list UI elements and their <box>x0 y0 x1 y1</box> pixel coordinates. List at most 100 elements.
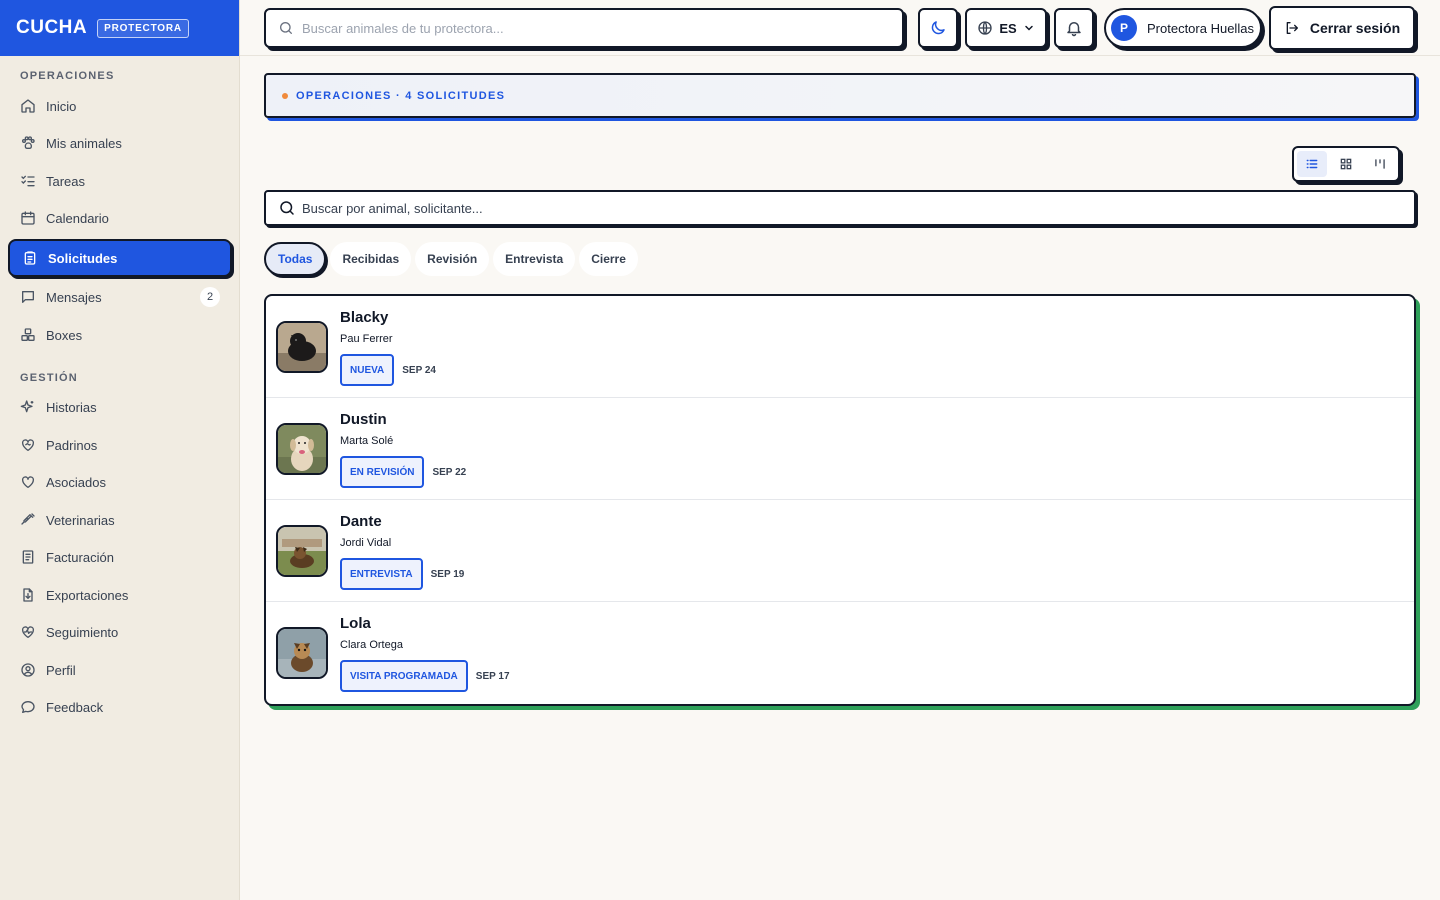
applicant-name: Clara Ortega <box>340 639 403 651</box>
status-badge: VISITA PROGRAMADA <box>340 660 468 692</box>
status-badge: ENTREVISTA <box>340 558 423 590</box>
search-icon <box>280 201 294 215</box>
global-search[interactable] <box>264 8 904 48</box>
sidebar-item-mis-animales[interactable]: Mis animales <box>8 125 232 161</box>
status-badge: EN REVISIÓN <box>340 456 425 488</box>
sidebar-item-feedback[interactable]: Feedback <box>8 689 232 725</box>
tab-revision[interactable]: Revisión <box>415 242 490 276</box>
user-circle-icon <box>21 663 35 677</box>
section-banner: OPERACIONES · 4 SOLICITUDES <box>264 73 1416 118</box>
sidebar-item-label: Asociados <box>46 474 106 490</box>
request-date: SEP 17 <box>475 670 510 682</box>
applicant-name: Pau Ferrer <box>340 333 393 345</box>
table-row[interactable]: Dustin Marta Solé EN REVISIÓN SEP 22 <box>266 398 1414 500</box>
sidebar-item-label: Boxes <box>46 327 83 343</box>
list-icon <box>1306 159 1318 169</box>
chevron-down-icon <box>1024 25 1033 31</box>
sidebar-item-seguimiento[interactable]: Seguimiento <box>8 614 232 650</box>
sidebar-item-perfil[interactable]: Perfil <box>8 652 232 688</box>
theme-toggle-button[interactable] <box>918 8 958 48</box>
table-row[interactable]: Blacky Pau Ferrer NUEVA SEP 24 <box>266 296 1414 398</box>
sidebar-item-label: Tareas <box>46 173 86 189</box>
sidebar-item-exportaciones[interactable]: Exportaciones <box>8 577 232 613</box>
language-selector[interactable]: ES <box>965 8 1047 48</box>
tab-todas[interactable]: Todas <box>264 242 327 276</box>
banner-title: OPERACIONES · 4 SOLICITUDES <box>296 89 506 102</box>
sidebar-item-calendario[interactable]: Calendario <box>8 200 232 236</box>
avatar: P <box>1111 15 1137 41</box>
sidebar-item-solicitudes[interactable]: Solicitudes <box>8 239 232 277</box>
sidebar-item-facturacion[interactable]: Facturación <box>8 539 232 575</box>
grid-view-button[interactable] <box>1331 151 1361 177</box>
request-search[interactable] <box>264 190 1416 226</box>
sidebar-item-label: Mensajes <box>46 289 102 305</box>
clipboard-icon <box>24 251 36 265</box>
notifications-button[interactable] <box>1054 8 1094 48</box>
paw-icon <box>22 136 35 150</box>
sidebar-item-label: Calendario <box>46 210 109 226</box>
applicant-name: Jordi Vidal <box>340 537 392 549</box>
status-badge: NUEVA <box>340 354 395 386</box>
sidebar-item-label: Perfil <box>46 662 76 678</box>
syringe-icon <box>21 513 35 525</box>
table-row[interactable]: Lola Clara Ortega VISITA PROGRAMADA SEP … <box>266 602 1414 704</box>
kanban-view-button[interactable] <box>1365 151 1395 177</box>
sidebar-item-label: Exportaciones <box>46 587 129 603</box>
unread-count-badge: 2 <box>200 287 220 307</box>
request-date: SEP 22 <box>432 466 467 478</box>
sidebar-item-boxes[interactable]: Boxes <box>8 317 232 353</box>
account-name: Protectora Huellas <box>1147 20 1254 36</box>
sidebar-item-inicio[interactable]: Inicio <box>8 88 232 124</box>
sidebar-item-label: Facturación <box>46 549 114 565</box>
heart-icon <box>22 476 34 488</box>
grid-icon <box>1340 158 1352 170</box>
brand-header[interactable]: CUCHA PROTECTORA <box>0 0 239 56</box>
file-download-icon <box>23 588 33 602</box>
sidebar-item-label: Padrinos <box>46 437 98 453</box>
brand-logo: CUCHA <box>16 17 88 38</box>
request-list: Blacky Pau Ferrer NUEVA SEP 24 Dustin Ma… <box>264 294 1416 706</box>
animal-name: Dante <box>340 513 382 530</box>
animal-name: Dustin <box>340 411 387 428</box>
top-bar: ES P Protectora Huellas Cerrar sesión <box>240 0 1440 56</box>
calendar-icon <box>21 211 35 225</box>
tab-entrevista[interactable]: Entrevista <box>493 242 576 276</box>
logout-icon <box>1286 22 1298 34</box>
animal-name: Blacky <box>340 309 389 326</box>
sidebar-item-asociados[interactable]: Asociados <box>8 464 232 500</box>
status-dot <box>282 92 288 99</box>
sidebar-item-label: Solicitudes <box>48 250 118 266</box>
list-view-button[interactable] <box>1297 151 1327 177</box>
global-search-input[interactable] <box>302 20 882 36</box>
account-menu[interactable]: P Protectora Huellas <box>1104 8 1262 48</box>
home-icon <box>21 99 35 113</box>
bell-icon <box>1067 22 1081 37</box>
sidebar-item-historias[interactable]: Historias <box>8 389 232 425</box>
tab-recibidas[interactable]: Recibidas <box>330 242 412 276</box>
request-date: SEP 19 <box>430 568 465 580</box>
sidebar-item-veterinarias[interactable]: Veterinarias <box>8 502 232 538</box>
view-mode-toggle <box>1292 146 1400 182</box>
moon-icon <box>931 21 945 35</box>
search-icon <box>280 22 292 34</box>
sidebar-item-tareas[interactable]: Tareas <box>8 163 232 199</box>
receipt-icon <box>22 550 34 564</box>
globe-icon <box>978 21 992 35</box>
sidebar-item-padrinos[interactable]: Padrinos <box>8 427 232 463</box>
sidebar-item-label: Inicio <box>46 98 77 114</box>
sidebar: CUCHA PROTECTORA OPERACIONES Inicio Mis … <box>0 0 240 900</box>
sidebar-item-label: Seguimiento <box>46 624 119 640</box>
request-search-input[interactable] <box>302 200 1382 216</box>
logout-button[interactable]: Cerrar sesión <box>1269 6 1415 50</box>
applicant-name: Marta Solé <box>340 435 394 447</box>
sidebar-item-mensajes[interactable]: Mensajes 2 <box>8 279 232 315</box>
tab-cierre[interactable]: Cierre <box>579 242 638 276</box>
status-filter-tabs: Todas Recibidas Revisión Entrevista Cier… <box>264 242 638 276</box>
brand-badge: PROTECTORA <box>97 18 189 38</box>
section-label-operaciones: OPERACIONES <box>20 70 115 82</box>
checklist-icon <box>21 175 35 187</box>
section-label-gestion: GESTIÓN <box>20 372 78 384</box>
animal-photo <box>276 321 328 373</box>
table-row[interactable]: Dante Jordi Vidal ENTREVISTA SEP 19 <box>266 500 1414 602</box>
animal-photo <box>276 627 328 679</box>
